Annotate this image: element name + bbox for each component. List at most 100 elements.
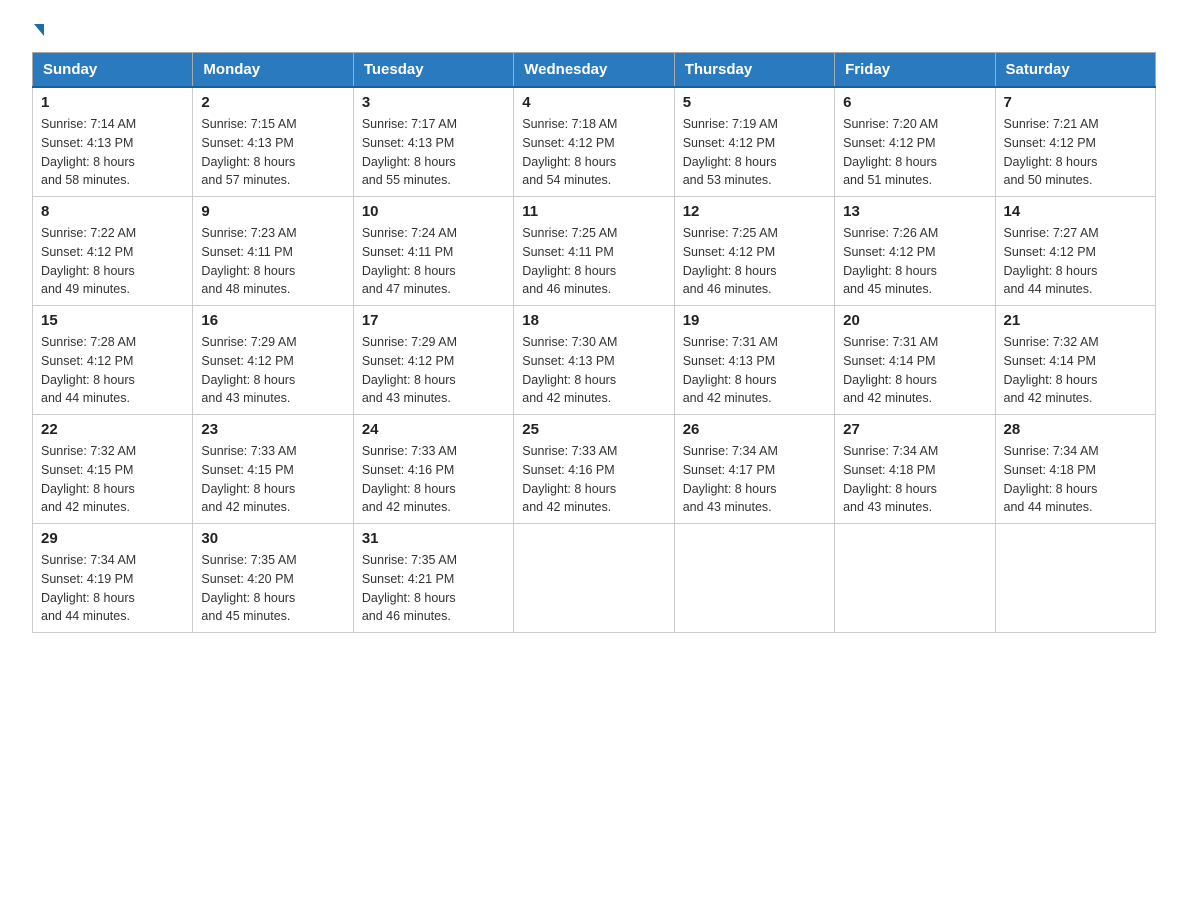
day-info: Sunrise: 7:33 AMSunset: 4:16 PMDaylight:…	[362, 442, 505, 517]
calendar-cell	[674, 524, 834, 633]
calendar-cell: 30 Sunrise: 7:35 AMSunset: 4:20 PMDayligh…	[193, 524, 353, 633]
day-number: 28	[1004, 421, 1147, 438]
column-header-wednesday: Wednesday	[514, 53, 674, 88]
day-number: 24	[362, 421, 505, 438]
day-number: 15	[41, 312, 184, 329]
day-info: Sunrise: 7:23 AMSunset: 4:11 PMDaylight:…	[201, 224, 344, 299]
day-number: 30	[201, 530, 344, 547]
day-info: Sunrise: 7:31 AMSunset: 4:14 PMDaylight:…	[843, 333, 986, 408]
day-info: Sunrise: 7:20 AMSunset: 4:12 PMDaylight:…	[843, 115, 986, 190]
day-number: 27	[843, 421, 986, 438]
calendar-cell: 16 Sunrise: 7:29 AMSunset: 4:12 PMDayligh…	[193, 306, 353, 415]
calendar-cell: 11Sunrise: 7:25 AMSunset: 4:11 PMDayligh…	[514, 197, 674, 306]
day-info: Sunrise: 7:29 AMSunset: 4:12 PMDaylight:…	[201, 333, 344, 408]
calendar-cell: 12 Sunrise: 7:25 AMSunset: 4:12 PMDayligh…	[674, 197, 834, 306]
calendar-cell: 28 Sunrise: 7:34 AMSunset: 4:18 PMDayligh…	[995, 415, 1155, 524]
column-header-thursday: Thursday	[674, 53, 834, 88]
calendar-cell: 15 Sunrise: 7:28 AMSunset: 4:12 PMDayligh…	[33, 306, 193, 415]
calendar-cell: 13Sunrise: 7:26 AMSunset: 4:12 PMDayligh…	[835, 197, 995, 306]
day-number: 25	[522, 421, 665, 438]
day-number: 17	[362, 312, 505, 329]
day-number: 26	[683, 421, 826, 438]
day-number: 21	[1004, 312, 1147, 329]
day-info: Sunrise: 7:33 AMSunset: 4:15 PMDaylight:…	[201, 442, 344, 517]
calendar-cell: 5 Sunrise: 7:19 AMSunset: 4:12 PMDaylight…	[674, 87, 834, 197]
day-info: Sunrise: 7:35 AMSunset: 4:20 PMDaylight:…	[201, 551, 344, 626]
day-number: 5	[683, 94, 826, 111]
calendar-cell: 7 Sunrise: 7:21 AMSunset: 4:12 PMDaylight…	[995, 87, 1155, 197]
day-number: 22	[41, 421, 184, 438]
day-number: 9	[201, 203, 344, 220]
day-info: Sunrise: 7:25 AMSunset: 4:11 PMDaylight:…	[522, 224, 665, 299]
column-header-monday: Monday	[193, 53, 353, 88]
day-info: Sunrise: 7:34 AMSunset: 4:18 PMDaylight:…	[1004, 442, 1147, 517]
day-number: 7	[1004, 94, 1147, 111]
day-info: Sunrise: 7:34 AMSunset: 4:17 PMDaylight:…	[683, 442, 826, 517]
calendar-cell: 22 Sunrise: 7:32 AMSunset: 4:15 PMDayligh…	[33, 415, 193, 524]
day-number: 1	[41, 94, 184, 111]
day-info: Sunrise: 7:35 AMSunset: 4:21 PMDaylight:…	[362, 551, 505, 626]
day-number: 23	[201, 421, 344, 438]
day-info: Sunrise: 7:28 AMSunset: 4:12 PMDaylight:…	[41, 333, 184, 408]
day-number: 14	[1004, 203, 1147, 220]
calendar-cell: 9 Sunrise: 7:23 AMSunset: 4:11 PMDaylight…	[193, 197, 353, 306]
day-number: 6	[843, 94, 986, 111]
calendar-cell: 19Sunrise: 7:31 AMSunset: 4:13 PMDayligh…	[674, 306, 834, 415]
day-info: Sunrise: 7:30 AMSunset: 4:13 PMDaylight:…	[522, 333, 665, 408]
day-number: 29	[41, 530, 184, 547]
calendar-cell: 2Sunrise: 7:15 AMSunset: 4:13 PMDaylight…	[193, 87, 353, 197]
calendar-cell: 3 Sunrise: 7:17 AMSunset: 4:13 PMDaylight…	[353, 87, 513, 197]
calendar-cell: 20Sunrise: 7:31 AMSunset: 4:14 PMDayligh…	[835, 306, 995, 415]
calendar-cell: 23 Sunrise: 7:33 AMSunset: 4:15 PMDayligh…	[193, 415, 353, 524]
day-info: Sunrise: 7:17 AMSunset: 4:13 PMDaylight:…	[362, 115, 505, 190]
day-info: Sunrise: 7:34 AMSunset: 4:18 PMDaylight:…	[843, 442, 986, 517]
column-header-tuesday: Tuesday	[353, 53, 513, 88]
day-number: 19	[683, 312, 826, 329]
calendar-cell: 4 Sunrise: 7:18 AMSunset: 4:12 PMDaylight…	[514, 87, 674, 197]
day-info: Sunrise: 7:25 AMSunset: 4:12 PMDaylight:…	[683, 224, 826, 299]
calendar-cell: 10 Sunrise: 7:24 AMSunset: 4:11 PMDayligh…	[353, 197, 513, 306]
day-info: Sunrise: 7:18 AMSunset: 4:12 PMDaylight:…	[522, 115, 665, 190]
calendar-cell	[995, 524, 1155, 633]
day-info: Sunrise: 7:32 AMSunset: 4:15 PMDaylight:…	[41, 442, 184, 517]
day-info: Sunrise: 7:24 AMSunset: 4:11 PMDaylight:…	[362, 224, 505, 299]
calendar-cell: 8Sunrise: 7:22 AMSunset: 4:12 PMDaylight…	[33, 197, 193, 306]
calendar-cell: 24 Sunrise: 7:33 AMSunset: 4:16 PMDayligh…	[353, 415, 513, 524]
day-info: Sunrise: 7:21 AMSunset: 4:12 PMDaylight:…	[1004, 115, 1147, 190]
day-info: Sunrise: 7:32 AMSunset: 4:14 PMDaylight:…	[1004, 333, 1147, 408]
calendar-cell: 17 Sunrise: 7:29 AMSunset: 4:12 PMDayligh…	[353, 306, 513, 415]
page-header	[32, 24, 1156, 36]
calendar-cell: 26 Sunrise: 7:34 AMSunset: 4:17 PMDayligh…	[674, 415, 834, 524]
calendar-week-5: 29 Sunrise: 7:34 AMSunset: 4:19 PMDayligh…	[33, 524, 1156, 633]
calendar-cell: 25 Sunrise: 7:33 AMSunset: 4:16 PMDayligh…	[514, 415, 674, 524]
day-info: Sunrise: 7:27 AMSunset: 4:12 PMDaylight:…	[1004, 224, 1147, 299]
calendar-cell: 18 Sunrise: 7:30 AMSunset: 4:13 PMDayligh…	[514, 306, 674, 415]
calendar-cell: 14 Sunrise: 7:27 AMSunset: 4:12 PMDayligh…	[995, 197, 1155, 306]
calendar-cell: 21 Sunrise: 7:32 AMSunset: 4:14 PMDayligh…	[995, 306, 1155, 415]
day-number: 16	[201, 312, 344, 329]
logo-arrow-icon	[34, 24, 44, 36]
day-number: 13	[843, 203, 986, 220]
day-info: Sunrise: 7:22 AMSunset: 4:12 PMDaylight:…	[41, 224, 184, 299]
day-number: 10	[362, 203, 505, 220]
day-info: Sunrise: 7:14 AMSunset: 4:13 PMDaylight:…	[41, 115, 184, 190]
day-info: Sunrise: 7:15 AMSunset: 4:13 PMDaylight:…	[201, 115, 344, 190]
column-header-sunday: Sunday	[33, 53, 193, 88]
day-number: 18	[522, 312, 665, 329]
calendar-week-4: 22 Sunrise: 7:32 AMSunset: 4:15 PMDayligh…	[33, 415, 1156, 524]
calendar-cell	[514, 524, 674, 633]
day-info: Sunrise: 7:33 AMSunset: 4:16 PMDaylight:…	[522, 442, 665, 517]
calendar-week-1: 1 Sunrise: 7:14 AMSunset: 4:13 PMDaylight…	[33, 87, 1156, 197]
calendar-week-3: 15 Sunrise: 7:28 AMSunset: 4:12 PMDayligh…	[33, 306, 1156, 415]
calendar-cell: 31Sunrise: 7:35 AMSunset: 4:21 PMDayligh…	[353, 524, 513, 633]
day-info: Sunrise: 7:19 AMSunset: 4:12 PMDaylight:…	[683, 115, 826, 190]
column-header-saturday: Saturday	[995, 53, 1155, 88]
day-number: 12	[683, 203, 826, 220]
day-info: Sunrise: 7:29 AMSunset: 4:12 PMDaylight:…	[362, 333, 505, 408]
day-number: 4	[522, 94, 665, 111]
column-header-friday: Friday	[835, 53, 995, 88]
day-info: Sunrise: 7:34 AMSunset: 4:19 PMDaylight:…	[41, 551, 184, 626]
day-number: 3	[362, 94, 505, 111]
calendar-cell	[835, 524, 995, 633]
calendar-header-row: SundayMondayTuesdayWednesdayThursdayFrid…	[33, 53, 1156, 88]
